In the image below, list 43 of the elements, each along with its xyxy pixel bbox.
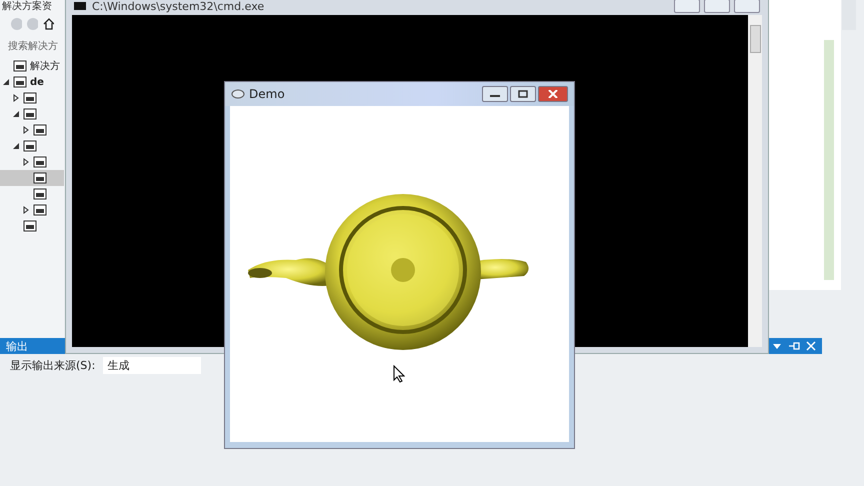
tree-item[interactable]	[0, 170, 64, 186]
source-label: 显示输出来源(S):	[10, 358, 96, 372]
minimize-button[interactable]	[482, 86, 508, 102]
close-icon	[548, 90, 558, 98]
close-button[interactable]	[734, 0, 760, 13]
project-icon	[23, 220, 37, 232]
project-icon	[33, 124, 47, 136]
close-button[interactable]	[538, 86, 568, 102]
expand-arrow-icon[interactable]	[12, 94, 20, 102]
collapse-arrow-icon[interactable]	[12, 142, 20, 150]
dropdown-icon[interactable]	[772, 341, 782, 351]
mouse-cursor-icon	[393, 365, 405, 383]
project-icon	[13, 76, 27, 88]
project-icon	[23, 108, 37, 120]
expand-arrow-icon[interactable]	[22, 206, 30, 214]
scroll-thumb[interactable]	[750, 25, 761, 53]
tree-item[interactable]: de	[0, 74, 64, 90]
app-icon	[231, 89, 245, 99]
maximize-icon	[518, 90, 528, 98]
collapse-arrow-icon[interactable]	[2, 78, 10, 86]
pin-icon[interactable]	[788, 341, 800, 351]
maximize-button[interactable]	[510, 86, 536, 102]
project-icon	[33, 172, 47, 184]
close-icon[interactable]	[806, 341, 816, 351]
panel-title: 解决方案资	[1, 0, 53, 13]
tree-item-label: de	[30, 76, 44, 88]
project-icon	[33, 204, 47, 216]
tree-item[interactable]: 解决方	[0, 58, 64, 74]
collapse-arrow-icon[interactable]	[12, 110, 20, 118]
home-icon[interactable]	[42, 17, 54, 31]
panel-title: 输出	[6, 338, 28, 354]
expand-arrow-icon[interactable]	[22, 126, 30, 134]
console-icon	[74, 2, 86, 10]
tree-item-label: 解决方	[30, 60, 60, 73]
window-title: Demo	[249, 87, 285, 101]
source-dropdown[interactable]: 生成	[103, 356, 202, 374]
project-icon	[33, 188, 47, 200]
expand-arrow-icon[interactable]	[22, 158, 30, 166]
project-icon	[23, 92, 37, 104]
project-icon	[33, 156, 47, 168]
window-title: C:\Windows\system32\cmd.exe	[92, 0, 264, 12]
project-icon	[13, 60, 27, 72]
project-icon	[23, 140, 37, 152]
